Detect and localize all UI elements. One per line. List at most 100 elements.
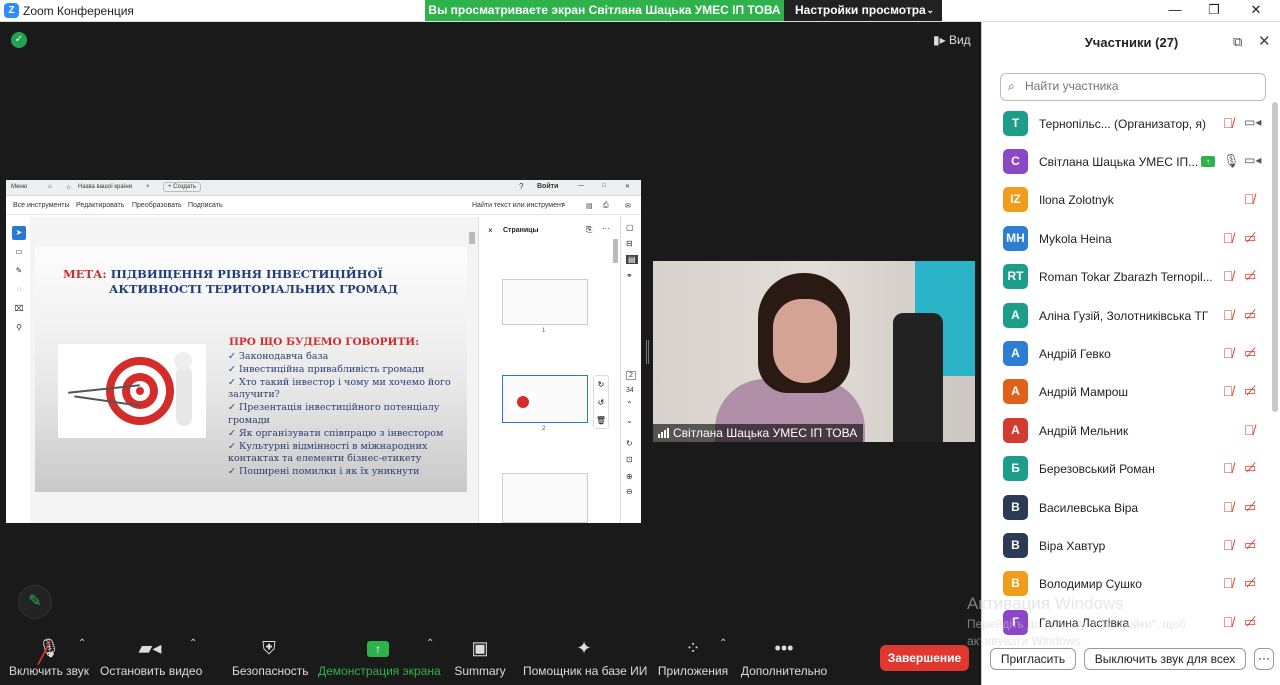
camera-icon[interactable]: ▭◂ xyxy=(1244,153,1261,167)
participant-row[interactable]: B Василевська Віра 🎙̸ ▭̸ xyxy=(982,490,1272,528)
more-icon[interactable]: ··· xyxy=(602,224,610,233)
maximize-icon[interactable]: ❐ xyxy=(1204,2,1224,18)
pages-close-icon[interactable]: × xyxy=(488,226,493,235)
zoom-in-icon[interactable]: ⊕ xyxy=(626,472,633,481)
comment-icon[interactable]: ▢ xyxy=(626,223,634,232)
camera-off-icon[interactable]: ▭̸ xyxy=(1244,307,1256,323)
video-options-caret-icon[interactable]: ⌃ xyxy=(189,638,197,649)
stop-video-button[interactable]: ▰◂ Остановить видео xyxy=(100,632,202,685)
participant-row[interactable]: A Аліна Гузій, Золотниківська ТГ 🎙̸ ▭̸ xyxy=(982,298,1272,336)
mic-icon[interactable]: 🎙 xyxy=(1223,153,1240,169)
apps-options-caret-icon[interactable]: ⌃ xyxy=(719,638,727,649)
rotate-ccw-icon[interactable]: ↺ xyxy=(594,394,608,412)
mute-all-button[interactable]: Выключить звук для всех xyxy=(1084,648,1246,670)
security-button[interactable]: ⛨ Безопасность xyxy=(232,632,309,685)
pdf-minimize-icon[interactable]: — xyxy=(578,183,584,189)
lasso-tool-icon[interactable]: ◌ xyxy=(12,283,26,297)
participant-row[interactable]: IZ Ilona Zolotnyk 🎙̸ xyxy=(982,182,1272,220)
close-icon[interactable]: ✕ xyxy=(1246,2,1266,18)
mic-muted-icon[interactable]: 🎙̸ xyxy=(1244,191,1255,207)
participant-row[interactable]: A Андрій Мельник 🎙̸ xyxy=(982,413,1272,451)
camera-icon[interactable]: ▭◂ xyxy=(1244,115,1261,129)
help-icon[interactable]: ? xyxy=(519,182,523,191)
mic-muted-icon[interactable]: 🎙̸ xyxy=(1223,345,1234,361)
pdf-search-icon[interactable]: ⌕ xyxy=(562,202,566,210)
participant-row[interactable]: B Віра Хавтур 🎙̸ ▭̸ xyxy=(982,528,1272,566)
fit-page-icon[interactable]: ⊡ xyxy=(626,455,633,464)
participant-row[interactable]: MH Mykola Heina 🎙̸ ▭̸ xyxy=(982,221,1272,259)
camera-off-icon[interactable]: ▭̸ xyxy=(1244,499,1256,515)
page-thumbnail-3[interactable] xyxy=(502,473,588,523)
annotate-icon[interactable]: ⊟ xyxy=(626,239,633,248)
link-icon[interactable]: ⚭ xyxy=(626,271,633,280)
pencil-icon[interactable]: ✎ xyxy=(18,585,52,619)
current-page-field[interactable]: 2 xyxy=(626,371,636,380)
share-screen-button[interactable]: ↑ Демонстрация экрана xyxy=(318,632,441,685)
mail-icon[interactable]: ✉ xyxy=(625,202,631,210)
camera-off-icon[interactable]: ▭̸ xyxy=(1244,268,1256,284)
camera-off-icon[interactable]: ▭̸ xyxy=(1244,230,1256,246)
mic-muted-icon[interactable]: 🎙̸ xyxy=(1223,383,1234,399)
pen-tool-icon[interactable]: ✎ xyxy=(12,264,26,278)
cursor-tool-icon[interactable]: ➤ xyxy=(12,226,26,240)
pdf-maximize-icon[interactable]: □ xyxy=(602,183,606,189)
minimize-icon[interactable]: — xyxy=(1165,2,1185,17)
comment-tool-icon[interactable]: ▭ xyxy=(12,245,26,259)
participant-row[interactable]: C Світлана Шацька УМЕС ІП... ↑ 🎙 ▭◂ xyxy=(982,144,1272,182)
pdf-menu-button[interactable]: Меню xyxy=(11,184,27,190)
pages-icon[interactable]: ▤ xyxy=(626,255,638,264)
mic-muted-icon[interactable]: 🎙̸ xyxy=(1223,268,1234,284)
mic-muted-icon[interactable]: 🎙̸ xyxy=(1244,422,1255,438)
participant-row[interactable]: RT Roman Tokar Zbarazh Ternopil... 🎙̸ ▭̸ xyxy=(982,259,1272,297)
audio-options-caret-icon[interactable]: ⌃ xyxy=(78,638,86,649)
text-select-tool-icon[interactable]: ⌧ xyxy=(12,302,26,316)
shared-screen[interactable]: Меню ⌂ ☆ Назва вашої країни × + Создать … xyxy=(6,180,641,523)
pdf-view-icon[interactable]: ▤ xyxy=(586,202,593,210)
page-thumbnail-2[interactable] xyxy=(502,375,588,423)
rotate-cw-icon[interactable]: ↻ xyxy=(594,376,608,394)
pages-scrollbar[interactable] xyxy=(613,229,618,519)
mic-muted-icon[interactable]: 🎙̸ xyxy=(1223,537,1234,553)
mic-muted-icon[interactable]: 🎙̸ xyxy=(1223,575,1234,591)
participant-search-input[interactable] xyxy=(1025,79,1255,93)
camera-off-icon[interactable]: ▭̸ xyxy=(1244,537,1256,553)
zoom-out-icon[interactable]: ⊖ xyxy=(626,487,633,496)
share-options-caret-icon[interactable]: ⌃ xyxy=(426,638,434,649)
camera-off-icon[interactable]: ▭̸ xyxy=(1244,383,1256,399)
summary-button[interactable]: ▣ Summary xyxy=(452,632,508,685)
splitter-handle[interactable] xyxy=(646,340,649,364)
video-tile[interactable]: Світлана Шацька УМЕС ІП ТОВА xyxy=(653,261,975,442)
participant-row[interactable]: T Тернопільс... (Организатор, я) 🎙̸ ▭◂ xyxy=(982,106,1272,144)
page-down-icon[interactable]: ⌄ xyxy=(626,416,633,425)
pdf-search[interactable]: Найти текст или инструмент xyxy=(472,202,564,209)
home-icon[interactable]: ⌂ xyxy=(48,184,52,190)
pdf-scrollbar[interactable] xyxy=(469,230,475,520)
participants-scrollbar[interactable] xyxy=(1272,102,1278,412)
participant-search[interactable]: ⌕ xyxy=(1000,73,1266,101)
mic-muted-icon[interactable]: 🎙̸ xyxy=(1223,460,1234,476)
mic-muted-icon[interactable]: 🎙̸ xyxy=(1223,115,1234,131)
convert-menu[interactable]: Преобразовать xyxy=(132,202,182,209)
print-icon[interactable]: ⎙ xyxy=(603,202,609,210)
view-settings-button[interactable]: Настройки просмотра ⌄ xyxy=(784,0,942,21)
camera-off-icon[interactable]: ▭̸ xyxy=(1244,614,1256,630)
all-tools-menu[interactable]: Все инструменты xyxy=(13,202,70,209)
refresh-icon[interactable]: ↻ xyxy=(626,439,633,448)
mic-muted-icon[interactable]: 🎙̸ xyxy=(1223,230,1234,246)
participant-row[interactable]: Б Березовський Роман 🎙̸ ▭̸ xyxy=(982,451,1272,489)
participant-row[interactable]: A Андрій Гевко 🎙̸ ▭̸ xyxy=(982,336,1272,374)
pdf-tab[interactable]: Назва вашої країни xyxy=(78,184,132,190)
view-button[interactable]: ▮▸ Вид xyxy=(933,33,971,47)
invite-button[interactable]: Пригласить xyxy=(990,648,1076,670)
tab-close-icon[interactable]: × xyxy=(146,184,150,190)
edit-menu[interactable]: Редактировать xyxy=(76,202,124,209)
mic-muted-icon[interactable]: 🎙̸ xyxy=(1223,499,1234,515)
ai-companion-button[interactable]: ✦ Помощник на базе ИИ xyxy=(523,632,647,685)
more-options-icon[interactable]: ··· xyxy=(1254,648,1274,670)
delete-page-icon[interactable]: 🗑 xyxy=(594,412,608,430)
popout-icon[interactable]: ⧉ xyxy=(1233,34,1242,50)
page-thumbnail-1[interactable] xyxy=(502,279,588,325)
page-options-icon[interactable]: ⎘ xyxy=(586,225,592,235)
sign-menu[interactable]: Подписать xyxy=(188,202,223,209)
star-icon[interactable]: ☆ xyxy=(66,184,71,191)
